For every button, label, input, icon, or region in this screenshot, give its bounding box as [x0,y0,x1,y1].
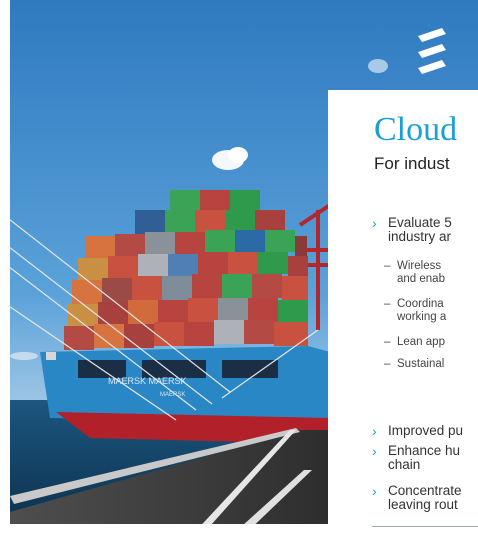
bullet-item: › Concentrate leaving rout [372,484,462,512]
dash-icon: – [384,298,391,310]
left-margin [0,0,10,535]
dash-icon: – [384,336,391,348]
chevron-right-icon: › [372,443,377,459]
chevron-right-icon: › [372,215,377,231]
bullet-item: › Improved pu [372,423,464,439]
bullet-item: › Enhance hu chain [372,444,460,472]
bullet-line: Sustainal [397,358,445,370]
bullet-line: Enhance hu [388,443,461,458]
slide-subtitle: For indust [374,154,450,173]
dash-icon: – [384,260,391,272]
slide-title: Cloud [374,111,458,148]
bullet-line: Coordina [397,298,444,310]
bullet-line: working a [397,311,447,323]
bullet-line: Concentrate [388,483,462,498]
bullet-line: Wireless [397,260,442,272]
dash-icon: – [384,358,391,370]
bullet-line: Lean app [397,336,445,348]
bullet-line: chain [388,457,421,472]
bullet-line: Evaluate 5 [388,215,452,230]
hull: MAERSK MAERSK MAERSK [40,346,330,444]
footer-divider [372,526,478,527]
chevron-right-icon: › [372,483,377,499]
bullet-line: leaving rout [388,497,458,512]
slide: MAERSK MAERSK MAERSK Cloud For indust › … [0,0,478,535]
chevron-right-icon: › [372,423,377,439]
bullet-line: industry ar [388,229,452,244]
ericsson-logo [418,28,446,74]
bullet-line: and enab [397,273,445,285]
bullet-line: Improved pu [388,423,464,438]
bullet-item: › Evaluate 5 industry ar [372,216,452,244]
